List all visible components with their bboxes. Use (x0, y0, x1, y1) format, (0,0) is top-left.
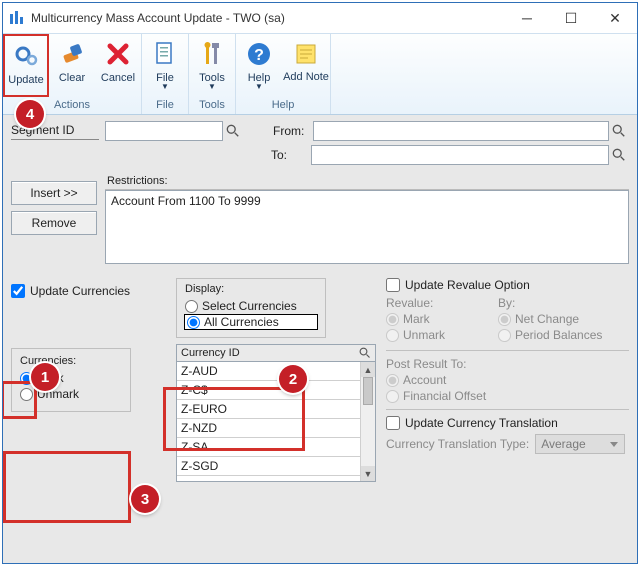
update-button[interactable]: Update (3, 34, 49, 97)
gears-icon (12, 40, 40, 72)
list-item[interactable]: Z-EURO (177, 400, 375, 419)
to-lookup-icon[interactable] (609, 145, 629, 165)
eraser-icon (59, 38, 85, 70)
period-balances-radio: Period Balances (498, 328, 602, 342)
remove-button[interactable]: Remove (11, 211, 97, 235)
revalue-mark-radio: Mark (386, 312, 476, 326)
unmark-radio[interactable]: Unmark (20, 387, 122, 401)
display-label: Display: (185, 283, 317, 295)
marker-4: 4 (16, 100, 44, 128)
segment-id-input[interactable] (105, 121, 223, 141)
chevron-down-icon: ▼ (161, 84, 169, 90)
marker-1: 1 (31, 363, 59, 391)
titlebar: Multicurrency Mass Account Update - TWO … (3, 3, 637, 33)
update-translation-label: Update Currency Translation (405, 416, 558, 430)
chevron-down-icon: ▼ (255, 84, 263, 90)
display-group: Display: Select Currencies All Currencie… (176, 278, 326, 338)
update-currencies-checkbox[interactable] (11, 284, 25, 298)
ribbon-group-help: ? Help ▼ Add Note Help (236, 34, 331, 114)
select-currencies-radio[interactable]: Select Currencies (185, 299, 317, 313)
currency-id-header: Currency ID (181, 347, 240, 359)
window-title: Multicurrency Mass Account Update - TWO … (31, 11, 505, 25)
minimize-button[interactable]: ─ (505, 3, 549, 33)
list-item[interactable]: Z-SA (177, 438, 375, 457)
translation-type-select: Average (535, 434, 625, 454)
restrictions-section: Insert >> Remove Restrictions: Account F… (11, 169, 629, 264)
segment-row: Segment ID From: (11, 121, 629, 141)
from-input[interactable] (313, 121, 609, 141)
cancel-icon (105, 38, 131, 70)
revalue-unmark-radio: Unmark (386, 328, 476, 342)
account-radio: Account (386, 373, 629, 387)
scroll-down-icon[interactable]: ▼ (361, 466, 375, 481)
currency-list-header: Currency ID (176, 344, 376, 362)
add-note-button[interactable]: Add Note (282, 34, 330, 97)
ribbon: Update Clear Cancel Actions (3, 33, 637, 115)
by-label: By: (498, 296, 602, 310)
chevron-down-icon: ▼ (208, 84, 216, 90)
revalue-panel: Update Revalue Option Revalue: Mark Unma… (386, 278, 629, 482)
header-lookup-icon[interactable] (359, 347, 371, 359)
app-window: Multicurrency Mass Account Update - TWO … (2, 2, 638, 564)
tools-icon (200, 38, 224, 70)
to-label: To: (267, 148, 311, 162)
ribbon-group-file: File ▼ File (142, 34, 189, 114)
note-icon (293, 38, 319, 70)
form-body: Segment ID From: To: Insert >> (3, 115, 637, 563)
to-row: To: (11, 145, 629, 165)
list-item[interactable]: Z-C$ (177, 381, 375, 400)
ribbon-group-tools: Tools ▼ Tools (189, 34, 236, 114)
update-currencies-label: Update Currencies (30, 284, 130, 298)
translation-type-label: Currency Translation Type: (386, 437, 529, 451)
restrictions-list[interactable]: Account From 1100 To 9999 (105, 190, 629, 264)
scroll-up-icon[interactable]: ▲ (361, 362, 375, 377)
clear-button[interactable]: Clear (49, 34, 95, 97)
currencies-group: Currencies: Mark Unmark (11, 348, 131, 412)
currency-list[interactable]: Z-AUD Z-C$ Z-EURO Z-NZD Z-SA Z-SGD ▲ ▼ (176, 362, 376, 482)
tools-menu[interactable]: Tools ▼ (189, 34, 235, 97)
marker-3: 3 (131, 485, 159, 513)
all-currencies-radio[interactable]: All Currencies (185, 315, 317, 329)
app-icon (9, 10, 25, 26)
list-item[interactable]: Z-AUD (177, 362, 375, 381)
from-label: From: (269, 124, 313, 138)
window-buttons: ─ ☐ ✕ (505, 3, 637, 33)
file-menu[interactable]: File ▼ (142, 34, 188, 97)
update-revalue-checkbox[interactable] (386, 278, 400, 292)
revalue-label: Revalue: (386, 296, 476, 310)
financial-offset-radio: Financial Offset (386, 389, 629, 403)
restriction-item[interactable]: Account From 1100 To 9999 (111, 194, 623, 208)
from-lookup-icon[interactable] (609, 121, 629, 141)
to-input[interactable] (311, 145, 609, 165)
svg-text:?: ? (254, 47, 264, 64)
help-menu[interactable]: ? Help ▼ (236, 34, 282, 97)
marker-2: 2 (279, 365, 307, 393)
post-result-label: Post Result To: (386, 357, 629, 371)
maximize-button[interactable]: ☐ (549, 3, 593, 33)
segment-lookup-icon[interactable] (223, 121, 243, 141)
update-revalue-label: Update Revalue Option (405, 278, 530, 292)
update-translation-checkbox[interactable] (386, 416, 400, 430)
net-change-radio: Net Change (498, 312, 602, 326)
restrictions-label: Restrictions: (105, 169, 629, 190)
scrollbar[interactable]: ▲ ▼ (360, 362, 375, 481)
list-item[interactable]: Z-SGD (177, 457, 375, 476)
lower-section: Update Currencies Currencies: Mark Unmar… (11, 278, 629, 482)
help-icon: ? (246, 38, 272, 70)
cancel-button[interactable]: Cancel (95, 34, 141, 97)
scroll-thumb[interactable] (363, 377, 373, 405)
list-item[interactable]: Z-NZD (177, 419, 375, 438)
file-icon (154, 38, 176, 70)
close-button[interactable]: ✕ (593, 3, 637, 33)
insert-button[interactable]: Insert >> (11, 181, 97, 205)
